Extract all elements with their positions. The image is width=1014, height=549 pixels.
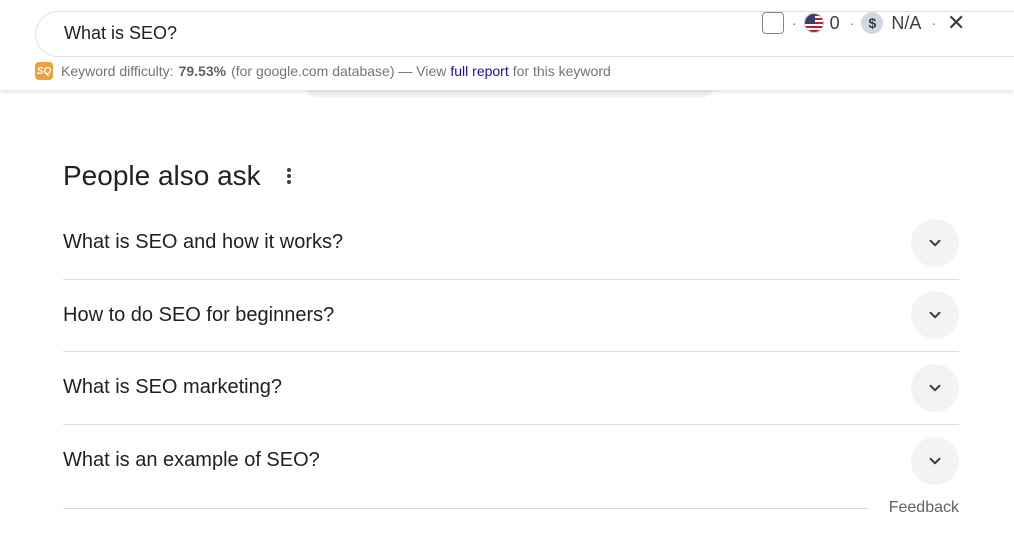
chevron-down-icon — [929, 312, 941, 319]
us-flag-icon — [803, 13, 824, 33]
kd-suffix-text: for this keyword — [512, 63, 611, 79]
chevron-down-icon — [929, 457, 941, 464]
select-checkbox[interactable] — [762, 12, 784, 34]
search-volume-value: 0 — [829, 12, 840, 33]
paa-question-item[interactable]: What is SEO and how it works? — [63, 207, 959, 280]
kd-database-text: (for google.com database) — View — [231, 63, 447, 79]
expand-button[interactable] — [911, 218, 959, 267]
separator-dot: · — [931, 15, 937, 31]
dollar-icon: $ — [861, 12, 884, 34]
paa-question-text[interactable]: What is an example of SEO? — [63, 449, 320, 472]
seoquake-logo-icon: SQ — [35, 62, 53, 80]
paa-title: People also ask — [63, 160, 261, 191]
paa-list: What is SEO and how it works? How to do … — [63, 207, 959, 497]
feedback-row: Feedback — [63, 498, 959, 518]
search-tools: · 0 · $ N/A · ✕ — [762, 10, 965, 36]
chevron-down-icon — [929, 384, 941, 391]
separator-dot: · — [792, 15, 797, 31]
expand-button[interactable] — [911, 291, 959, 340]
close-icon[interactable]: ✕ — [947, 12, 965, 34]
expand-button[interactable] — [911, 436, 959, 485]
kd-label: Keyword difficulty: — [61, 63, 174, 79]
paa-question-item[interactable]: What is an example of SEO? — [63, 425, 959, 498]
paa-question-text[interactable]: What is SEO marketing? — [63, 376, 282, 399]
search-header: What is SEO? · 0 · $ N/A · ✕ SQ Keyword … — [0, 0, 1014, 90]
paa-question-text[interactable]: What is SEO and how it works? — [63, 231, 343, 254]
paa-question-item[interactable]: How to do SEO for beginners? — [63, 280, 959, 352]
keyword-difficulty-row: SQ Keyword difficulty: 79.53% (for googl… — [35, 62, 611, 80]
more-vert-icon[interactable] — [286, 168, 291, 184]
kd-value: 79.53% — [178, 63, 227, 79]
paa-header: People also ask — [63, 160, 291, 192]
paa-question-item[interactable]: What is SEO marketing? — [63, 352, 959, 425]
separator-dot: · — [849, 15, 855, 31]
full-report-link[interactable]: full report — [450, 63, 508, 79]
divider — [63, 507, 869, 509]
search-input[interactable]: What is SEO? — [64, 23, 177, 44]
chevron-down-icon — [929, 239, 941, 246]
expand-button[interactable] — [911, 363, 959, 412]
cpc-value: N/A — [891, 12, 922, 33]
paa-question-text[interactable]: How to do SEO for beginners? — [63, 304, 334, 327]
feedback-link[interactable]: Feedback — [889, 499, 959, 517]
